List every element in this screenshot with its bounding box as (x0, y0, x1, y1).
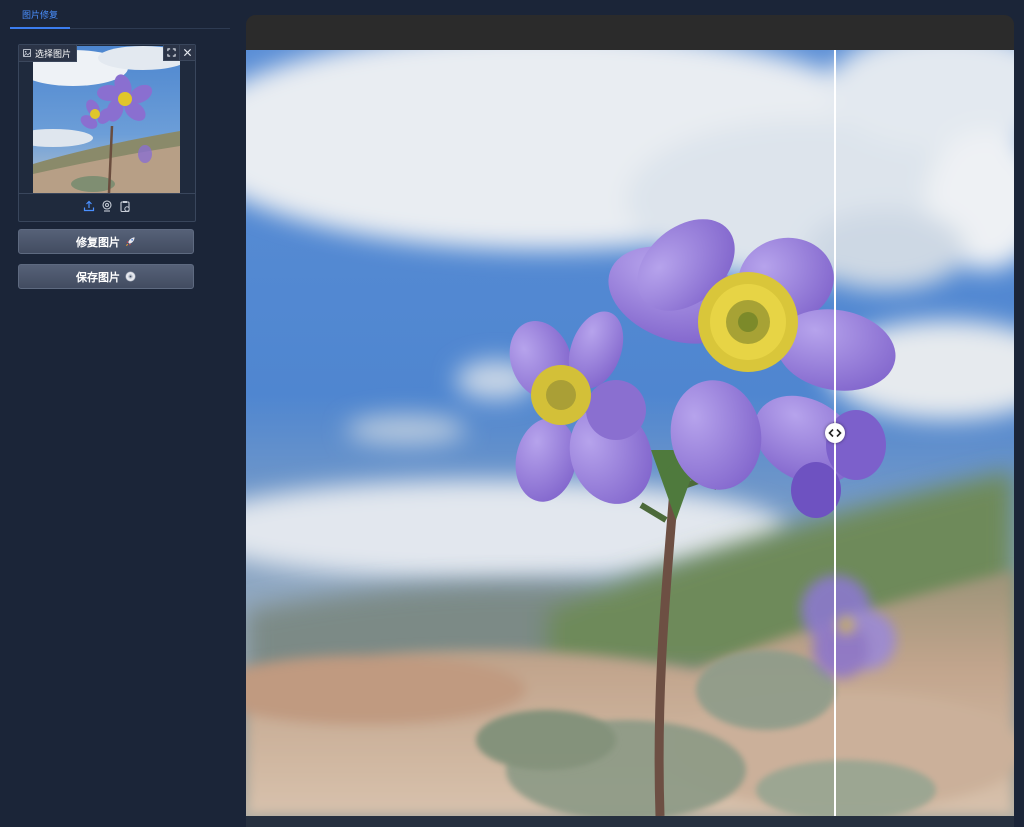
restored-flower-picture (246, 50, 1014, 816)
save-button-label: 保存图片 (76, 270, 120, 284)
viewer-header-bar (246, 15, 1014, 50)
uploader-divider (19, 193, 195, 194)
save-image-button[interactable]: 保存图片 (18, 264, 194, 289)
uploader-label-text: 选择图片 (35, 49, 72, 60)
uploader-label: 选择图片 (19, 45, 78, 62)
fullscreen-icon (167, 48, 176, 57)
upload-source-button[interactable] (83, 200, 95, 212)
close-icon (183, 48, 192, 57)
clipboard-source-button[interactable] (119, 200, 131, 212)
tab-bar: 图片修复 (10, 6, 230, 29)
fullscreen-button[interactable] (163, 45, 179, 61)
rocket-icon (125, 237, 135, 247)
image-comparison-viewer (246, 15, 1014, 827)
source-selector (19, 200, 195, 212)
restore-button-label: 修复图片 (76, 235, 120, 249)
tab-image-restore[interactable]: 图片修复 (10, 6, 71, 29)
upload-icon (83, 200, 95, 212)
viewer-footer-bar (246, 816, 1014, 827)
restored-image-canvas[interactable] (246, 50, 1014, 816)
image-uploader[interactable]: 选择图片 (18, 44, 196, 222)
image-icon (23, 49, 31, 57)
comparison-slider-handle[interactable] (825, 423, 845, 443)
restore-image-button[interactable]: 修复图片 (18, 229, 194, 254)
flower-thumbnail-picture (33, 46, 180, 193)
clear-image-button[interactable] (179, 45, 195, 61)
left-right-arrows-icon (828, 428, 842, 438)
clipboard-icon (120, 201, 130, 212)
webcam-source-button[interactable] (101, 200, 113, 212)
cd-disc-icon (125, 271, 136, 282)
uploaded-thumbnail (33, 46, 180, 193)
uploader-actions (163, 45, 195, 61)
webcam-icon (102, 200, 112, 212)
